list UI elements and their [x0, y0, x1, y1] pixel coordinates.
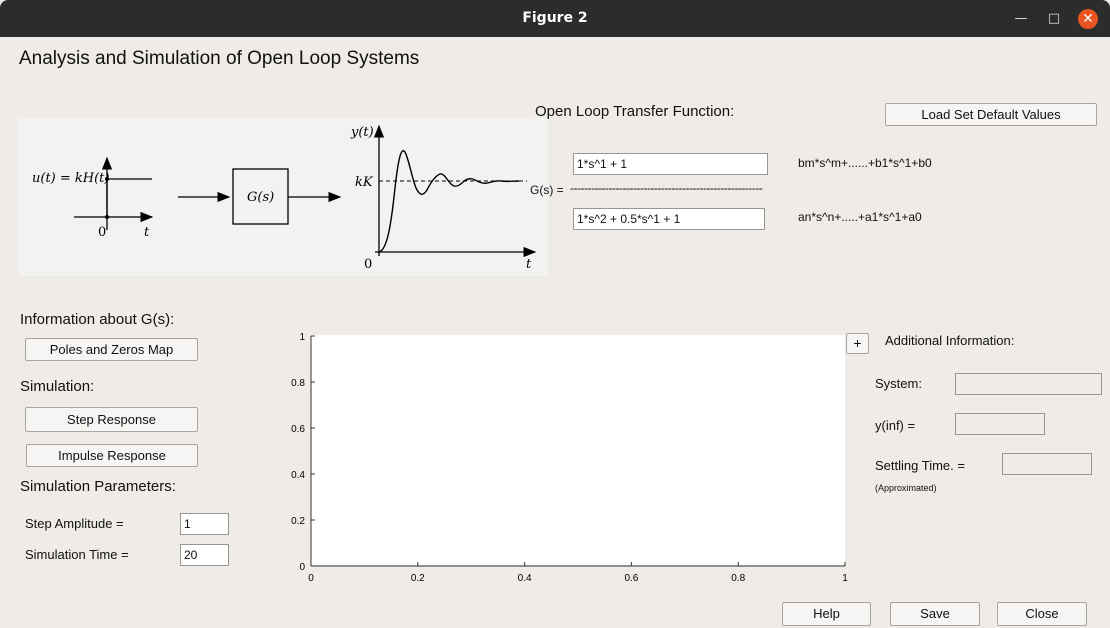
y-tick-label: 1	[299, 332, 305, 343]
system-label: System:	[875, 376, 922, 391]
close-icon[interactable]: ✕	[1078, 9, 1098, 29]
step-amplitude-input[interactable]	[180, 513, 229, 535]
yinf-field[interactable]	[955, 413, 1045, 435]
yinf-label: y(inf) =	[875, 418, 916, 433]
y-tick-label: 0.4	[291, 470, 305, 481]
input-label: u(t) = kH(t)	[32, 171, 109, 186]
approximated-note: (Approximated)	[875, 483, 937, 493]
additional-info-title: Additional Information:	[885, 333, 1015, 348]
output-response-curve	[378, 150, 520, 253]
plot-axes: 0 0.2 0.4 0.6 0.8 1 0 0.2 0.4 0.6 0.8 1	[291, 332, 848, 584]
simulation-title: Simulation:	[20, 378, 95, 395]
transfer-function-title: Open Loop Transfer Function:	[535, 103, 735, 120]
maximize-icon[interactable]: □	[1044, 9, 1064, 29]
simulation-time-input[interactable]	[180, 544, 229, 566]
y-tick-label: 0.2	[291, 516, 305, 527]
output-y-label: y(t)	[350, 125, 374, 140]
x-tick-label: 1	[842, 573, 848, 584]
impulse-response-button[interactable]: Impulse Response	[26, 444, 198, 467]
system-diagram-svg: u(t) = kH(t) 0 t G(s) y(t) kK 0 t	[32, 124, 537, 272]
x-tick-label: 0.4	[518, 573, 532, 584]
settling-time-field[interactable]	[1002, 453, 1092, 475]
gs-label: G(s) =	[530, 183, 564, 197]
x-tick-label: 0.2	[411, 573, 425, 584]
steady-state-label: kK	[355, 175, 374, 190]
numerator-input[interactable]	[573, 153, 768, 175]
input-t-label: t	[144, 225, 150, 240]
denominator-input[interactable]	[573, 208, 765, 230]
help-button[interactable]: Help	[782, 602, 871, 626]
gs-block-label: G(s)	[247, 190, 274, 205]
x-tick-label: 0.8	[731, 573, 745, 584]
load-defaults-button[interactable]: Load Set Default Values	[885, 103, 1097, 126]
system-diagram: u(t) = kH(t) 0 t G(s) y(t) kK 0 t	[19, 118, 548, 276]
page-title: Analysis and Simulation of Open Loop Sys…	[19, 48, 420, 69]
x-tick-label: 0.6	[624, 573, 638, 584]
input-zero-label: 0	[98, 225, 106, 240]
denominator-hint: an*s^n+.....+a1*s^1+a0	[798, 210, 922, 224]
add-button[interactable]: +	[846, 333, 869, 354]
numerator-hint: bm*s^m+......+b1*s^1+b0	[798, 156, 932, 170]
minimize-icon[interactable]: —	[1011, 9, 1031, 29]
output-zero-label: 0	[364, 257, 372, 272]
y-tick-label: 0.8	[291, 378, 305, 389]
poles-zeros-button[interactable]: Poles and Zeros Map	[25, 338, 198, 361]
y-tick-label: 0.6	[291, 424, 305, 435]
info-title: Information about G(s):	[20, 311, 175, 328]
params-title: Simulation Parameters:	[20, 478, 176, 495]
input-step-line	[106, 178, 152, 217]
simulation-time-label: Simulation Time =	[25, 547, 129, 562]
system-field[interactable]	[955, 373, 1102, 395]
step-response-button[interactable]: Step Response	[25, 407, 198, 432]
x-tick-label: 0	[308, 573, 314, 584]
close-button[interactable]: Close	[997, 602, 1087, 626]
save-button[interactable]: Save	[890, 602, 980, 626]
output-t-label: t	[526, 257, 532, 272]
settling-time-label: Settling Time. =	[875, 458, 965, 473]
step-amplitude-label: Step Amplitude =	[25, 516, 124, 531]
window-titlebar: Figure 2 — □ ✕	[0, 0, 1110, 37]
fraction-divider: ----------------------------------------…	[570, 181, 763, 195]
window-title: Figure 2	[522, 10, 588, 26]
y-tick-label: 0	[299, 562, 305, 573]
